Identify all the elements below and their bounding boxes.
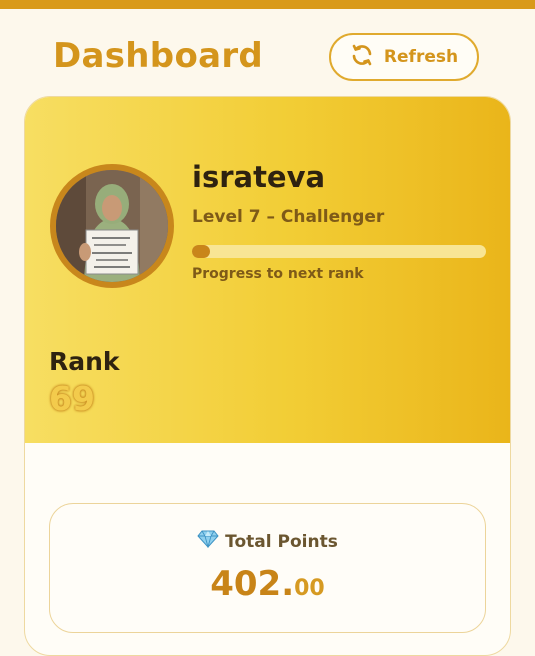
page-title: Dashboard (53, 36, 264, 76)
progress-label: Progress to next rank (192, 266, 364, 282)
total-points-label: Total Points (225, 531, 338, 552)
refresh-icon (350, 43, 374, 72)
total-points-value: 402.00 (50, 564, 485, 604)
profile-card: israteva Level 7 – Challenger Progress t… (24, 96, 511, 656)
total-points-integer: 402. (210, 564, 295, 604)
rank-label: Rank (49, 347, 120, 376)
level-label: Level 7 – Challenger (192, 207, 385, 227)
profile-header: israteva Level 7 – Challenger Progress t… (25, 97, 510, 443)
gem-icon (197, 530, 219, 553)
refresh-button[interactable]: Refresh (329, 33, 479, 81)
top-accent-bar (0, 0, 535, 9)
refresh-label: Refresh (383, 47, 459, 67)
rank-progress-fill (192, 245, 210, 258)
total-points-card: Total Points 402.00 (49, 503, 486, 633)
rank-value: 69 (49, 379, 95, 418)
avatar (50, 164, 174, 288)
total-points-header: Total Points (50, 530, 485, 553)
total-points-decimal: 00 (294, 576, 325, 601)
username: israteva (192, 160, 326, 194)
rank-progress-bar (192, 245, 486, 258)
